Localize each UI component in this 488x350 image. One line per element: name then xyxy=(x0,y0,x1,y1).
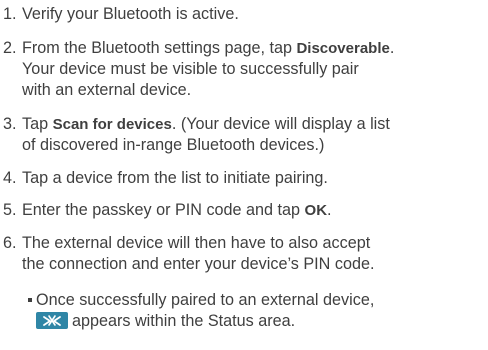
ui-term-discoverable: Discoverable xyxy=(296,40,390,57)
text-run: of discovered in-range Bluetooth devices… xyxy=(22,136,325,154)
step-number: 5. xyxy=(3,201,17,219)
text-run: . xyxy=(327,201,332,219)
step-text: Verify your Bluetooth is active. xyxy=(22,4,239,25)
bullet-text-line-2: appears within the Status area. xyxy=(72,312,296,330)
step-number: 2. xyxy=(3,39,17,57)
step-text: Tap Scan for devices. (Your device will … xyxy=(22,114,390,156)
step-text: Enter the passkey or PIN code and tap OK… xyxy=(22,200,332,221)
bluetooth-connected-icon xyxy=(36,312,68,330)
bullet-note-continuation: appears within the Status area. xyxy=(36,311,295,332)
text-run: Tap xyxy=(22,115,53,133)
step-line: of discovered in-range Bluetooth devices… xyxy=(22,135,390,156)
step-number: 1. xyxy=(3,5,17,23)
text-run: with an external device. xyxy=(22,81,192,99)
ui-term-scan-for-devices: Scan for devices xyxy=(52,116,172,133)
step-number: 6. xyxy=(3,234,17,252)
text-run: . (Your device will display a list xyxy=(171,115,390,133)
text-run: From the Bluetooth settings page, tap xyxy=(22,39,297,57)
text-run: Verify your Bluetooth is active. xyxy=(22,5,239,23)
step-number: 4. xyxy=(3,169,17,187)
step-line: Tap Scan for devices. (Your device will … xyxy=(22,114,390,135)
step-line: Your device must be visible to successfu… xyxy=(22,59,394,80)
text-run: Enter the passkey or PIN code and tap xyxy=(22,201,305,219)
text-run: the connection and enter your device’s P… xyxy=(22,255,375,273)
step-text: Tap a device from the list to initiate p… xyxy=(22,168,328,189)
step-number: 3. xyxy=(3,115,17,133)
text-run: Tap a device from the list to initiate p… xyxy=(22,169,328,187)
step-line: Enter the passkey or PIN code and tap OK… xyxy=(22,200,332,221)
bullet-text-line-1: Once successfully paired to an external … xyxy=(36,291,375,309)
text-run: . xyxy=(389,39,395,57)
text-run: Your device must be visible to successfu… xyxy=(22,60,359,78)
step-line: the connection and enter your device’s P… xyxy=(22,254,374,275)
step-text: The external device will then have to al… xyxy=(22,233,374,275)
bluetooth-connected-glyph xyxy=(43,315,61,327)
ui-term-ok: OK xyxy=(304,202,328,219)
step-line: From the Bluetooth settings page, tap Di… xyxy=(22,38,394,59)
step-text: From the Bluetooth settings page, tap Di… xyxy=(22,38,394,101)
step-line: Verify your Bluetooth is active. xyxy=(22,4,239,25)
instructions-document: 1. Verify your Bluetooth is active. 2. F… xyxy=(0,0,488,350)
bullet-marker xyxy=(28,297,32,302)
text-run: The external device will then have to al… xyxy=(22,234,371,252)
bullet-note: Once successfully paired to an external … xyxy=(28,290,374,311)
step-line: The external device will then have to al… xyxy=(22,233,374,254)
step-line: Tap a device from the list to initiate p… xyxy=(22,168,328,189)
step-line: with an external device. xyxy=(22,80,394,101)
